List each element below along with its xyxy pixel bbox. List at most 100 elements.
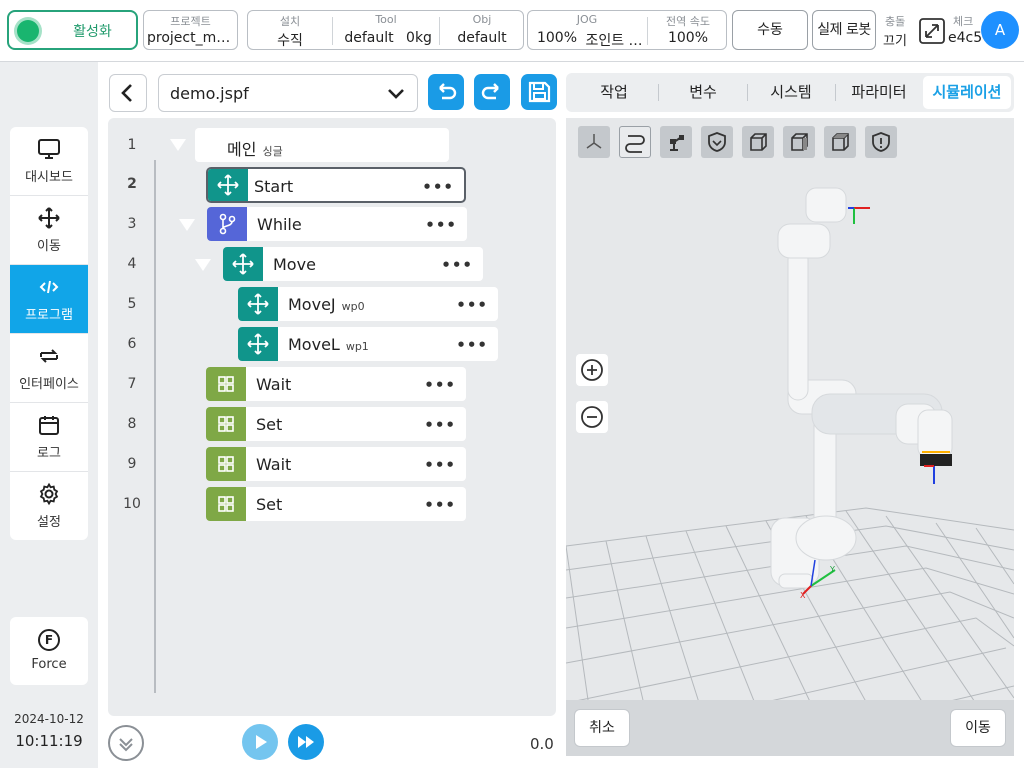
tool-value: default [344, 30, 394, 46]
jog-speed-panel[interactable]: JOG 100% 조인트 … 전역 속도 100% [527, 10, 727, 50]
move-icon [238, 327, 278, 361]
sidebar-item-settings[interactable]: 설정 [10, 472, 88, 540]
more-icon[interactable]: ••• [422, 178, 454, 196]
grid-icon [206, 447, 246, 481]
redo-button[interactable] [474, 74, 510, 110]
tree-node-movej[interactable]: MoveJ wp0 ••• [238, 287, 498, 321]
line-number: 2 [127, 176, 137, 192]
branch-icon [207, 207, 247, 241]
zoom-out-button[interactable] [576, 401, 608, 433]
collapse-triangle-icon[interactable] [179, 219, 195, 231]
line-number: 1 [127, 137, 137, 153]
tree-node-start[interactable]: Start ••• [206, 167, 466, 203]
tree-node-wait[interactable]: Wait ••• [206, 367, 466, 401]
tool-weight: 0kg [406, 30, 432, 46]
chevron-left-icon [121, 84, 132, 102]
shield-alert-icon[interactable] [865, 126, 897, 158]
tree-node-main[interactable]: 메인 싱글 [195, 128, 449, 162]
undo-icon [439, 83, 457, 100]
file-selector[interactable]: demo.jspf [158, 74, 418, 112]
line-number: 4 [127, 256, 137, 272]
robot-arm-icon[interactable] [660, 126, 692, 158]
expand-icon[interactable] [918, 17, 946, 45]
more-icon[interactable]: ••• [424, 456, 456, 474]
tree-node-set[interactable]: Set ••• [206, 407, 466, 441]
install-tool-obj-panel[interactable]: 설치 수직 Tool default 0kg Obj default [247, 10, 524, 50]
tree-node-set[interactable]: Set ••• [206, 487, 466, 521]
cube-front-icon[interactable] [742, 126, 774, 158]
collision-label: 충돌 [885, 15, 906, 28]
more-icon[interactable]: ••• [424, 496, 456, 514]
more-icon[interactable]: ••• [424, 416, 456, 434]
move-icon [223, 247, 263, 281]
tree-node-wait[interactable]: Wait ••• [206, 447, 466, 481]
undo-button[interactable] [428, 74, 464, 110]
path-icon[interactable] [619, 126, 651, 158]
more-icon[interactable]: ••• [441, 256, 473, 274]
real-robot-button[interactable]: 실제 로봇 [812, 10, 876, 50]
node-label: Set [256, 495, 283, 514]
tree-node-while[interactable]: While ••• [207, 207, 467, 241]
more-icon[interactable]: ••• [425, 216, 457, 234]
sidebar-item-log[interactable]: 로그 [10, 403, 88, 472]
shield-icon[interactable] [701, 126, 733, 158]
tab-system[interactable]: 시스템 [747, 73, 835, 112]
move-button[interactable]: 이동 [950, 709, 1006, 747]
avatar[interactable]: A [981, 11, 1019, 49]
manual-mode-button[interactable]: 수동 [732, 10, 808, 50]
obj-value: default [457, 30, 507, 46]
sidebar-item-interface[interactable]: 인터페이스 [10, 334, 88, 403]
obj-label: Obj [472, 13, 492, 26]
sidebar-item-label: 인터페이스 [19, 377, 79, 392]
project-selector[interactable]: 프로젝트 project_mo… [143, 10, 238, 50]
install-value: 수직 [277, 33, 303, 49]
save-button[interactable] [521, 74, 557, 110]
tab-simulation[interactable]: 시뮬레이션 [923, 76, 1011, 109]
grid-icon [206, 487, 246, 521]
fast-forward-icon [298, 736, 314, 748]
line-number: 7 [127, 376, 137, 392]
play-button[interactable] [242, 724, 278, 760]
sidebar-item-move[interactable]: 이동 [10, 196, 88, 265]
project-value: project_mo… [147, 30, 237, 46]
sidebar-item-program[interactable]: 프로그램 [10, 265, 88, 334]
tree-node-movel[interactable]: MoveL wp1 ••• [238, 327, 498, 361]
tab-parameters[interactable]: 파라미터 [835, 73, 923, 112]
line-number: 6 [127, 336, 137, 352]
cube-side-icon[interactable] [783, 126, 815, 158]
tree-node-move[interactable]: Move ••• [223, 247, 483, 281]
monitor-icon [38, 139, 60, 159]
line-number: 5 [127, 296, 137, 312]
force-button[interactable]: F Force [10, 617, 88, 685]
gear-icon [39, 482, 59, 506]
chevron-down-icon [119, 738, 133, 752]
tab-variables[interactable]: 변수 [658, 73, 748, 112]
back-button[interactable] [109, 74, 147, 112]
cube-top-icon[interactable] [824, 126, 856, 158]
time-display: 10:11:19 [15, 732, 83, 750]
sidebar-item-label: 설정 [37, 515, 61, 530]
zoom-in-button[interactable] [576, 354, 608, 386]
more-icon[interactable]: ••• [456, 296, 488, 314]
activate-button[interactable]: 활성화 [7, 10, 138, 50]
grid-icon [206, 367, 246, 401]
node-label: MoveJ wp0 [288, 295, 365, 314]
more-icon[interactable]: ••• [456, 336, 488, 354]
tab-task[interactable]: 작업 [566, 73, 662, 112]
cancel-button[interactable]: 취소 [574, 709, 630, 747]
simulation-viewport[interactable]: X Y [566, 118, 1014, 756]
project-label: 프로젝트 [170, 15, 211, 28]
line-number: 9 [127, 456, 137, 472]
collapse-triangle-icon[interactable] [170, 139, 186, 151]
step-forward-button[interactable] [288, 724, 324, 760]
redo-icon [481, 83, 499, 100]
collision-value[interactable]: 끄기 [883, 30, 907, 49]
plus-circle-icon [581, 359, 603, 381]
scroll-down-button[interactable] [108, 725, 144, 761]
move-icon [38, 207, 60, 229]
view-iso-icon[interactable] [578, 126, 610, 158]
collapse-triangle-icon[interactable] [195, 259, 211, 271]
more-icon[interactable]: ••• [424, 376, 456, 394]
sidebar-item-dashboard[interactable]: 대시보드 [10, 127, 88, 196]
status-dot-icon [17, 20, 39, 42]
